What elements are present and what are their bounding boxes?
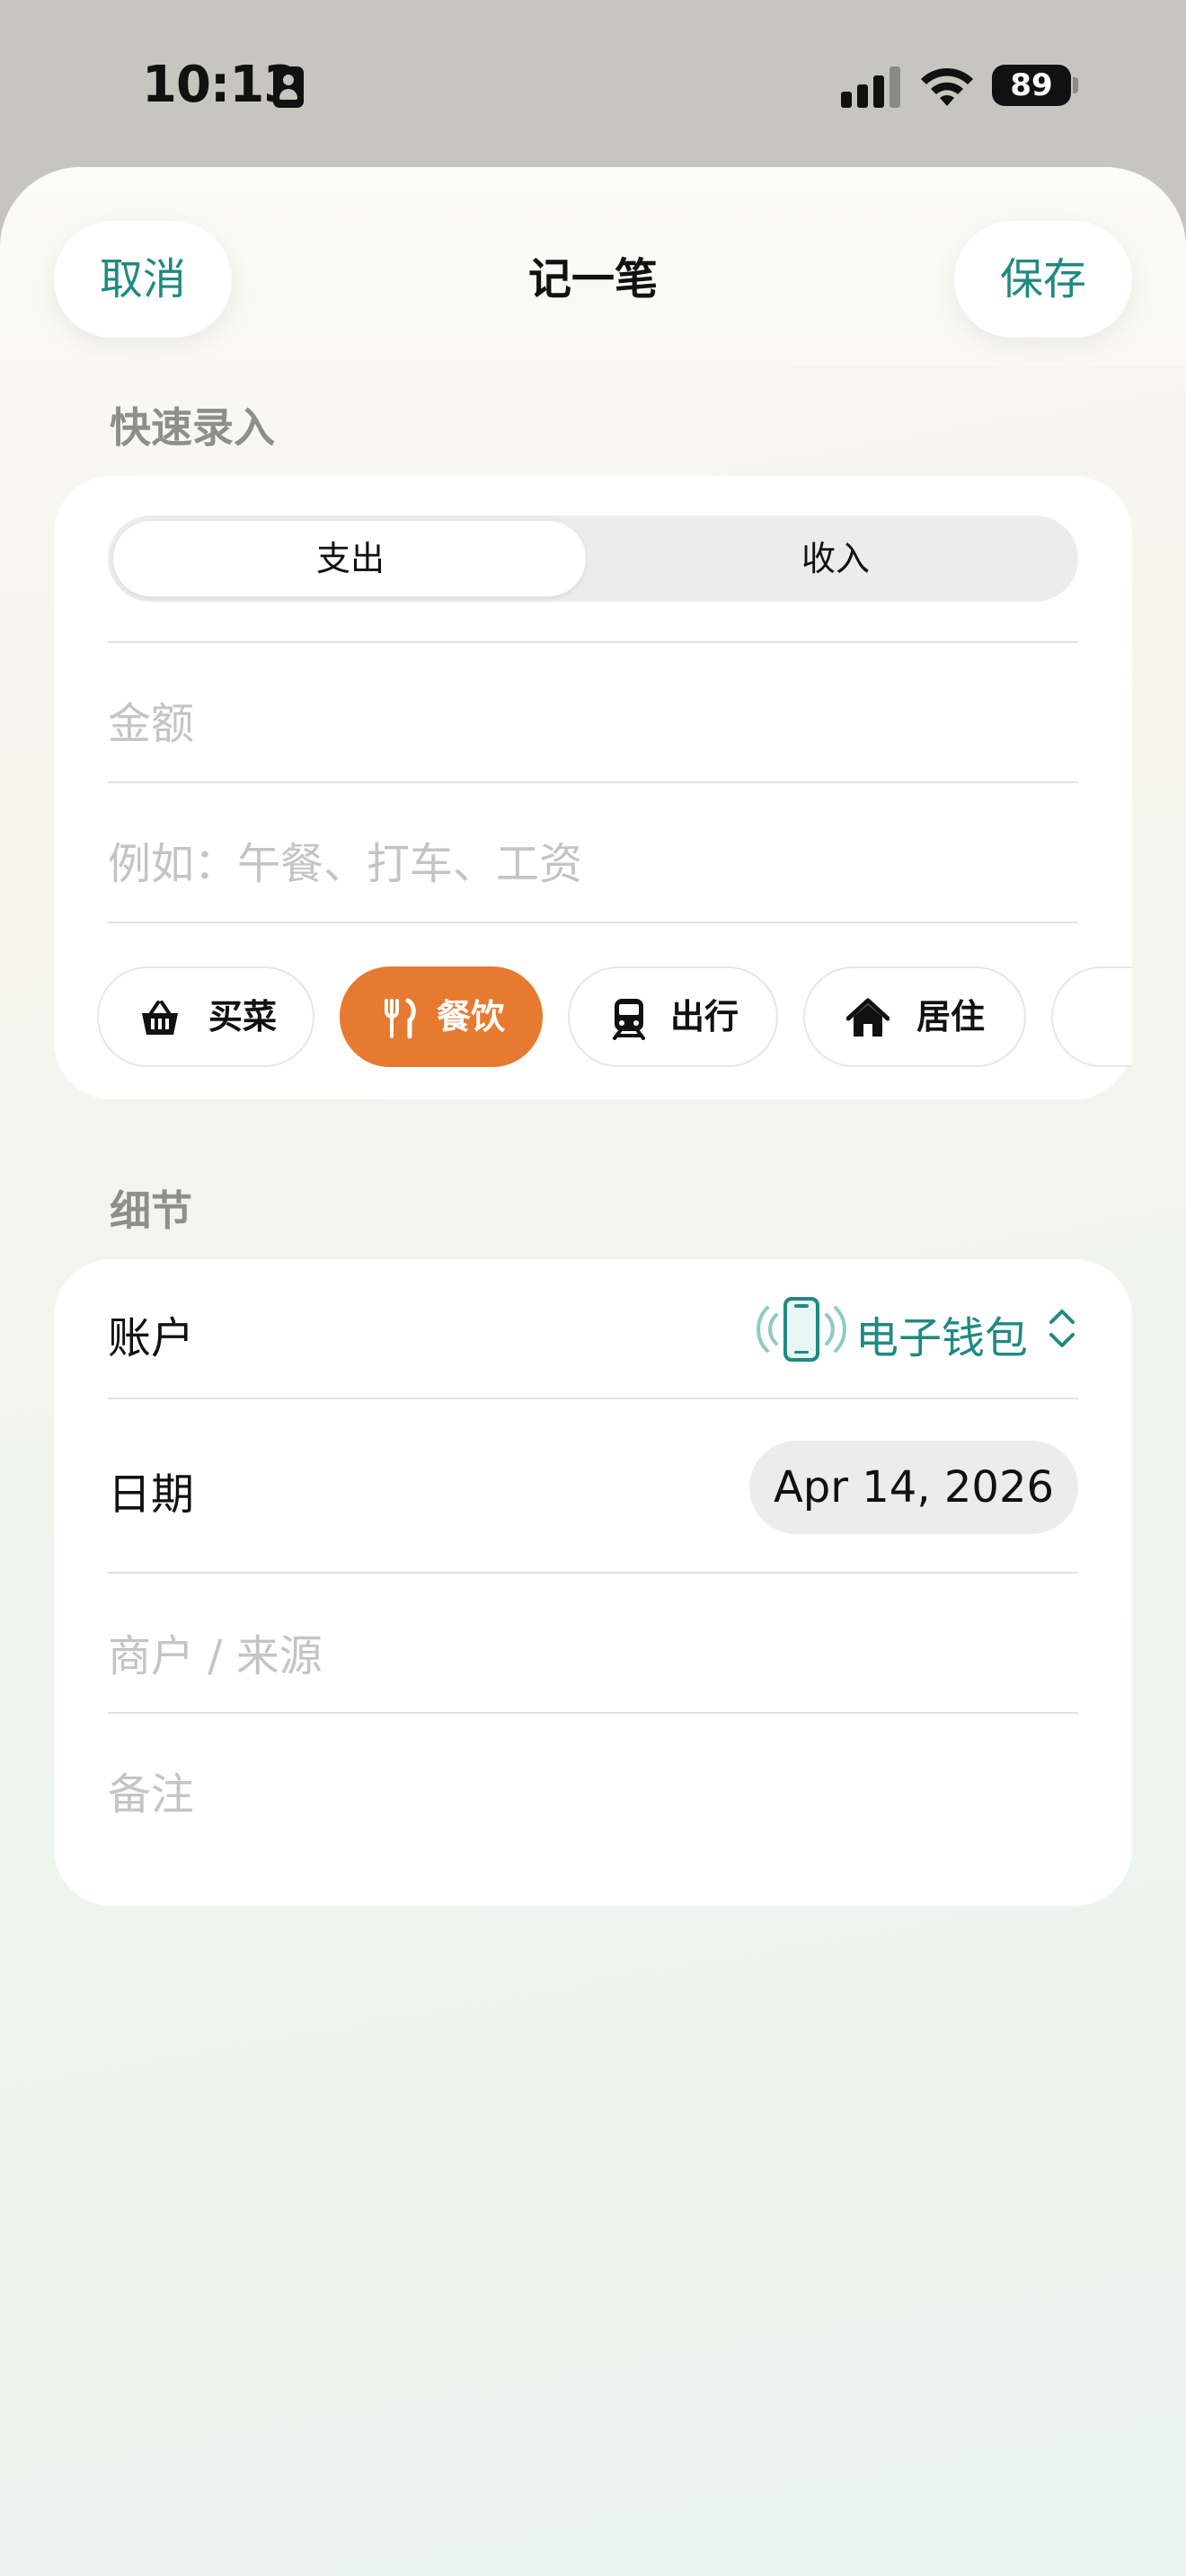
battery-cap: [1073, 77, 1078, 93]
divider: [108, 1572, 1078, 1574]
divider: [108, 1398, 1078, 1399]
wifi-icon: [921, 67, 973, 106]
divider: [108, 922, 1078, 923]
category-chip-groceries[interactable]: 买菜: [97, 966, 314, 1067]
fork-knife-icon: [385, 998, 416, 1039]
note-input[interactable]: 备注: [108, 1759, 194, 1822]
category-chip-more[interactable]: [1051, 966, 1132, 1067]
merchant-input[interactable]: 商户 / 来源: [108, 1620, 323, 1683]
battery-icon: 89: [992, 65, 1071, 106]
status-bar: 10:13 89: [0, 0, 1186, 171]
id-card-icon: [273, 66, 304, 108]
save-button[interactable]: 保存: [954, 221, 1132, 338]
chip-label: 餐饮: [437, 997, 506, 1037]
chip-label: 居住: [916, 997, 986, 1037]
details-section-label: 细节: [110, 1187, 192, 1235]
account-value: 电子钱包: [855, 1313, 1029, 1363]
amount-input[interactable]: 金额: [108, 688, 194, 751]
details-card: 账户 电子钱包 日期 Apr 14, 2026 商户 / 来源 备注: [54, 1259, 1132, 1906]
divider: [108, 781, 1078, 783]
category-chip-dining[interactable]: 餐饮: [340, 966, 543, 1067]
chip-label: 买菜: [208, 997, 278, 1037]
account-label: 账户: [108, 1313, 195, 1363]
quick-entry-section-label: 快速录入: [110, 403, 275, 452]
divider: [108, 1712, 1078, 1714]
house-icon: [846, 998, 890, 1037]
segment-income[interactable]: 收入: [593, 516, 1078, 602]
divider: [108, 641, 1078, 643]
quick-entry-card: 支出 收入 金额 例如：午餐、打车、工资 买菜 餐饮 出行 居住: [54, 476, 1132, 1099]
cancel-button[interactable]: 取消: [54, 221, 232, 338]
chevron-up-down-icon: [1049, 1310, 1075, 1347]
basket-icon: [142, 1001, 178, 1035]
category-chip-transport[interactable]: 出行: [568, 966, 778, 1067]
cellular-signal-icon: [841, 66, 902, 108]
phone-icon: [757, 1297, 846, 1362]
category-chip-housing[interactable]: 居住: [803, 966, 1026, 1067]
date-picker[interactable]: Apr 14, 2026: [749, 1441, 1078, 1534]
add-record-sheet: 记一笔 取消 保存 快速录入 支出 收入 金额 例如：午餐、打车、工资 买菜 餐…: [0, 167, 1186, 2576]
segment-expense[interactable]: 支出: [108, 516, 593, 602]
train-icon: [613, 999, 645, 1040]
account-picker[interactable]: 电子钱包: [737, 1259, 1132, 1403]
date-label: 日期: [108, 1469, 195, 1520]
description-input[interactable]: 例如：午餐、打车、工资: [108, 828, 582, 891]
type-segmented-control: 支出 收入: [108, 516, 1078, 602]
chip-label: 出行: [670, 997, 739, 1037]
